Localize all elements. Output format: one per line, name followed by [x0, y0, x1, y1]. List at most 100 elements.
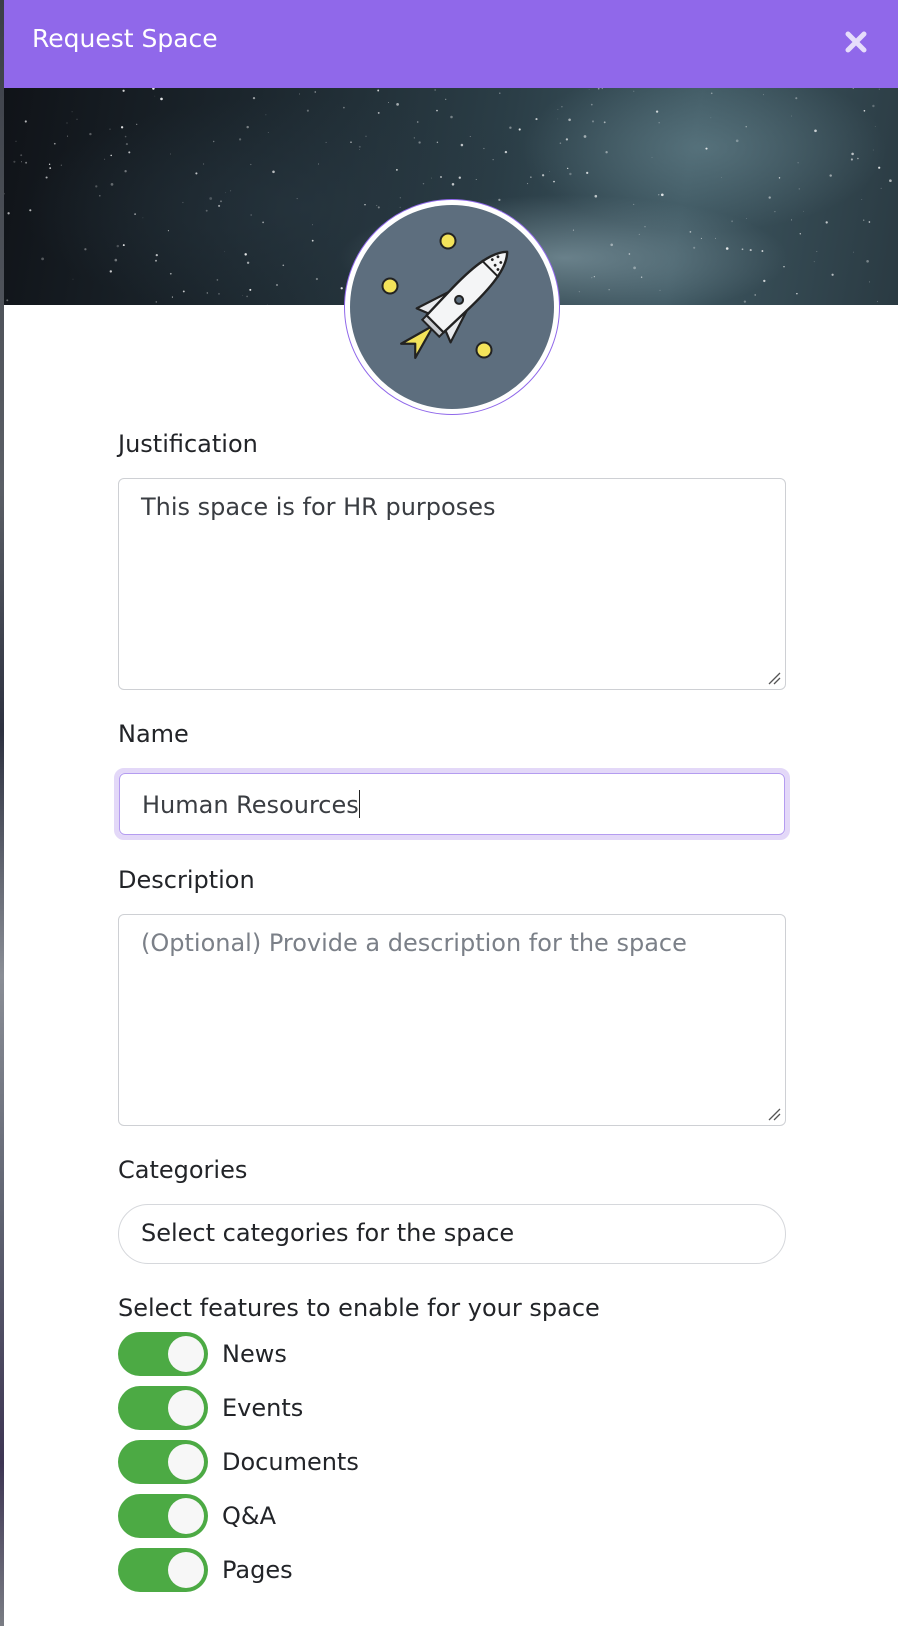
- star: [633, 203, 635, 205]
- star: [863, 219, 865, 221]
- star: [89, 132, 92, 136]
- star: [104, 158, 106, 160]
- feature-label: News: [222, 1340, 287, 1368]
- star: [125, 143, 128, 146]
- star: [797, 162, 799, 164]
- star: [21, 161, 22, 163]
- star: [155, 253, 158, 257]
- toggle-switch[interactable]: [118, 1440, 208, 1484]
- star: [225, 192, 227, 194]
- star: [608, 289, 610, 291]
- close-button[interactable]: [842, 28, 870, 56]
- name-input[interactable]: Human Resources: [114, 768, 790, 840]
- star: [578, 291, 580, 293]
- star: [15, 140, 17, 142]
- feature-toggle-pages: Pages: [118, 1548, 786, 1592]
- toggle-switch[interactable]: [118, 1548, 208, 1592]
- star: [799, 233, 801, 235]
- star: [212, 140, 215, 143]
- toggle-knob: [168, 1444, 204, 1480]
- star: [795, 97, 798, 100]
- star: [396, 103, 399, 106]
- star: [633, 90, 635, 92]
- star: [224, 251, 226, 253]
- star: [868, 221, 871, 223]
- resize-grip-icon[interactable]: [767, 1107, 781, 1121]
- star: [597, 88, 600, 90]
- description-textarea[interactable]: (Optional) Provide a description for the…: [118, 914, 786, 1126]
- toggle-switch[interactable]: [118, 1386, 208, 1430]
- star: [768, 196, 771, 199]
- star: [557, 118, 559, 120]
- name-label: Name: [118, 720, 189, 748]
- star: [586, 171, 589, 175]
- star: [282, 264, 285, 267]
- star: [387, 102, 389, 104]
- toggle-knob: [168, 1390, 204, 1426]
- star: [358, 145, 361, 148]
- star: [829, 174, 832, 177]
- space-avatar[interactable]: [344, 199, 560, 415]
- toggle-knob: [168, 1336, 204, 1372]
- star: [567, 167, 569, 170]
- modal-header: Request Space: [4, 0, 898, 88]
- star: [640, 276, 643, 278]
- star: [715, 237, 717, 239]
- star: [725, 247, 729, 250]
- star: [218, 293, 220, 295]
- star: [350, 141, 352, 143]
- star: [359, 149, 360, 150]
- star: [114, 258, 118, 262]
- star: [252, 96, 256, 100]
- feature-label: Pages: [222, 1556, 293, 1584]
- star: [705, 147, 708, 150]
- star: [590, 103, 593, 106]
- toggle-switch[interactable]: [118, 1494, 208, 1538]
- toggle-switch[interactable]: [118, 1332, 208, 1376]
- star: [541, 174, 545, 177]
- star: [206, 292, 208, 294]
- star: [825, 221, 828, 224]
- star: [218, 204, 221, 207]
- star: [633, 266, 636, 270]
- star: [876, 300, 879, 303]
- star: [583, 135, 587, 138]
- star: [76, 118, 78, 120]
- feature-toggle-documents: Documents: [118, 1440, 786, 1484]
- name-input-field[interactable]: Human Resources: [119, 773, 785, 835]
- star: [850, 158, 853, 161]
- star: [7, 212, 10, 215]
- star: [852, 88, 854, 90]
- star: [689, 231, 692, 233]
- resize-grip-icon[interactable]: [767, 671, 781, 685]
- star: [763, 94, 764, 96]
- categories-label: Categories: [118, 1156, 248, 1184]
- star: [160, 97, 163, 101]
- star: [95, 185, 98, 188]
- star: [134, 213, 136, 215]
- name-value: Human Resources: [142, 791, 359, 819]
- star: [710, 92, 713, 95]
- star: [591, 120, 595, 123]
- star: [152, 88, 155, 90]
- star: [99, 194, 101, 197]
- star: [475, 179, 477, 180]
- star: [48, 163, 51, 165]
- categories-select[interactable]: Select categories for the space: [118, 1204, 786, 1264]
- star: [230, 190, 232, 192]
- star: [182, 290, 185, 293]
- star: [710, 117, 712, 119]
- star: [778, 177, 781, 179]
- star: [436, 141, 439, 144]
- star: [866, 259, 869, 263]
- star: [660, 193, 664, 197]
- star: [377, 206, 380, 209]
- features-label: Select features to enable for your space: [118, 1294, 600, 1322]
- star: [774, 210, 776, 213]
- star: [594, 194, 598, 198]
- star: [306, 109, 309, 112]
- star: [831, 273, 834, 276]
- justification-textarea[interactable]: This space is for HR purposes: [118, 478, 786, 690]
- star: [743, 300, 747, 303]
- star: [601, 88, 603, 90]
